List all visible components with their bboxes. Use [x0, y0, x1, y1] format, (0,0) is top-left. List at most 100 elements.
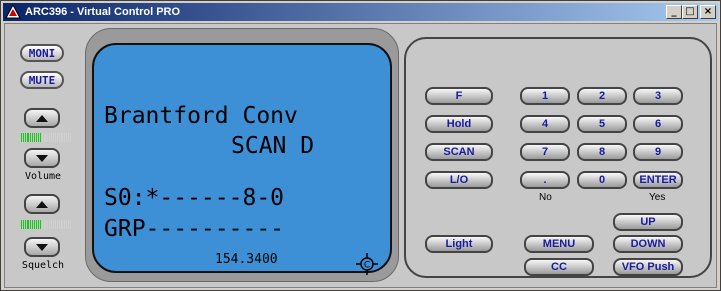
level-segment [42, 220, 44, 229]
level-segment [61, 133, 63, 142]
lcd-line-2: SCAN D [231, 133, 315, 159]
key-2[interactable]: 2 [577, 87, 627, 105]
level-segment [38, 220, 40, 229]
level-segment [59, 133, 61, 142]
left-control-column: MONI MUTE Volume Squelch [9, 28, 77, 283]
main-client-area: MONI MUTE Volume Squelch Brantford Conv … [4, 23, 717, 288]
mute-button[interactable]: MUTE [20, 71, 64, 89]
key-3[interactable]: 3 [633, 87, 683, 105]
minimize-button[interactable]: _ [666, 5, 682, 19]
down-button[interactable]: DOWN [613, 235, 683, 253]
level-segment [57, 133, 59, 142]
key-9[interactable]: 9 [633, 143, 683, 161]
level-segment [21, 220, 23, 229]
enter-button[interactable]: ENTER [633, 171, 683, 189]
up-button[interactable]: UP [613, 213, 683, 231]
volume-level-meter [21, 133, 71, 142]
level-segment [21, 133, 23, 142]
level-segment [35, 133, 37, 142]
app-icon[interactable] [5, 4, 21, 20]
level-segment [67, 133, 69, 142]
level-segment [42, 133, 44, 142]
level-segment [48, 133, 50, 142]
level-segment [23, 133, 25, 142]
yes-label: Yes [649, 192, 666, 203]
level-segment [27, 133, 29, 142]
lo-button[interactable]: L/O [425, 171, 493, 189]
key-0[interactable]: 0 [577, 171, 627, 189]
level-segment [27, 220, 29, 229]
level-segment [31, 220, 33, 229]
level-segment [65, 133, 67, 142]
level-segment [50, 133, 52, 142]
ctcss-target-icon: C [356, 253, 378, 275]
level-segment [35, 220, 37, 229]
lcd-frequency: 154.3400 [215, 252, 278, 267]
key-8[interactable]: 8 [577, 143, 627, 161]
squelch-down-button[interactable] [24, 237, 60, 257]
level-segment [69, 220, 71, 229]
volume-label: Volume [24, 171, 62, 182]
squelch-label: Squelch [21, 260, 65, 271]
level-segment [23, 220, 25, 229]
level-segment [46, 133, 48, 142]
level-segment [52, 133, 54, 142]
level-segment [61, 220, 63, 229]
title-bar[interactable]: ARC396 - Virtual Control PRO _ □ × [3, 3, 718, 21]
menu-button[interactable]: MENU [524, 235, 594, 253]
arrow-down-icon [36, 154, 48, 162]
level-segment [33, 133, 35, 142]
level-segment [44, 220, 46, 229]
level-segment [38, 133, 40, 142]
app-window: ARC396 - Virtual Control PRO _ □ × MONI … [0, 0, 721, 291]
level-segment [25, 220, 27, 229]
level-segment [29, 133, 31, 142]
level-segment [29, 220, 31, 229]
scan-button[interactable]: SCAN [425, 143, 493, 161]
level-segment [40, 133, 42, 142]
level-segment [46, 220, 48, 229]
close-button[interactable]: × [700, 5, 716, 19]
level-segment [59, 220, 61, 229]
level-segment [63, 133, 65, 142]
window-title: ARC396 - Virtual Control PRO [25, 6, 181, 18]
level-segment [50, 220, 52, 229]
key-4[interactable]: 4 [520, 115, 570, 133]
volume-down-button[interactable] [24, 148, 60, 168]
level-segment [69, 133, 71, 142]
vfo-push-button[interactable]: VFO Push [613, 258, 683, 276]
cc-button[interactable]: CC [524, 258, 594, 276]
key-7[interactable]: 7 [520, 143, 570, 161]
squelch-level-meter [21, 220, 71, 229]
level-segment [52, 220, 54, 229]
f-button[interactable]: F [425, 87, 493, 105]
moni-button[interactable]: MONI [20, 44, 64, 62]
level-segment [33, 220, 35, 229]
key-dot[interactable]: . [520, 171, 570, 189]
maximize-button[interactable]: □ [682, 5, 698, 19]
level-segment [25, 133, 27, 142]
light-button[interactable]: Light [425, 235, 493, 253]
level-segment [57, 220, 59, 229]
level-segment [44, 133, 46, 142]
level-segment [55, 133, 57, 142]
lcd-line-3: S0:*------8-0 [104, 185, 285, 211]
key-5[interactable]: 5 [577, 115, 627, 133]
lcd-line-4: GRP---------- [104, 216, 285, 242]
level-segment [67, 220, 69, 229]
arrow-up-icon [36, 114, 48, 122]
lcd-display: Brantford Conv SCAN D S0:*------8-0 GRP-… [92, 43, 392, 275]
squelch-up-button[interactable] [24, 194, 60, 214]
level-segment [63, 220, 65, 229]
level-segment [48, 220, 50, 229]
level-segment [55, 220, 57, 229]
arrow-down-icon [36, 243, 48, 251]
arrow-up-icon [36, 200, 48, 208]
key-6[interactable]: 6 [633, 115, 683, 133]
level-segment [65, 220, 67, 229]
no-label: No [539, 192, 552, 203]
volume-up-button[interactable] [24, 108, 60, 128]
key-1[interactable]: 1 [520, 87, 570, 105]
hold-button[interactable]: Hold [425, 115, 493, 133]
level-segment [40, 220, 42, 229]
